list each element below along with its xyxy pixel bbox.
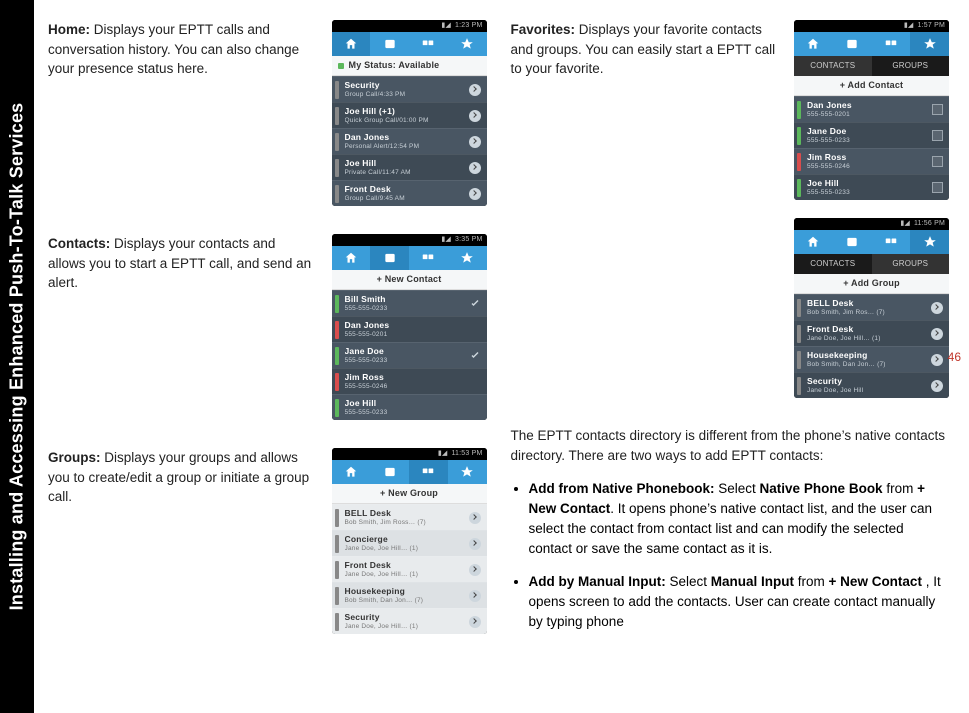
tab-groups[interactable]	[409, 246, 448, 270]
new-group-button[interactable]: + New Group	[332, 484, 487, 504]
chapter-sidebar: Installing and Accessing Enhanced Push-T…	[0, 0, 34, 713]
tab-groups[interactable]	[409, 32, 448, 56]
contacts-description: Contacts: Displays your contacts and all…	[48, 234, 314, 293]
tab-favorites[interactable]	[448, 460, 487, 484]
list-item[interactable]: Dan Jones555-555-0201	[332, 316, 487, 342]
favorites-groups-screen: ▮◢11:56 PM CONTACTS GROUPS + Add Group	[794, 218, 949, 398]
add-group-button[interactable]: + Add Group	[794, 274, 949, 294]
my-status-bar[interactable]: My Status: Available	[332, 56, 487, 76]
favorites-contacts-screen: ▮◢1:57 PM CONTACTS GROUPS + Add Contact	[794, 20, 949, 200]
list-item[interactable]: Front DeskGroup Call/9:45 AM	[332, 180, 487, 206]
list-item[interactable]: HousekeepingBob Smith, Dan Jon… (7)	[332, 582, 487, 608]
tab-home[interactable]	[332, 460, 371, 484]
tab-contacts[interactable]	[370, 460, 409, 484]
list-item[interactable]: Dan Jones555-555-0201	[794, 96, 949, 122]
tab-home[interactable]	[794, 32, 833, 56]
list-item[interactable]: Jim Ross555-555-0246	[794, 148, 949, 174]
list-item[interactable]: BELL DeskBob Smith, Jim Ross… (7)	[332, 504, 487, 530]
subtab-groups[interactable]: GROUPS	[872, 56, 950, 76]
favorites-description: Favorites: Displays your favorite contac…	[511, 20, 777, 79]
my-status-text: My Status: Available	[349, 60, 440, 70]
tab-contacts[interactable]	[370, 32, 409, 56]
home-description: Home: Displays your EPTT calls and conve…	[48, 20, 314, 79]
subtab-contacts[interactable]: CONTACTS	[794, 56, 872, 76]
tab-contacts[interactable]	[370, 246, 409, 270]
list-item[interactable]: Bill Smith555-555-0233	[332, 290, 487, 316]
tab-groups[interactable]	[872, 230, 911, 254]
add-contact-button[interactable]: + Add Contact	[794, 76, 949, 96]
favorites-heading: Favorites:	[511, 22, 576, 37]
top-tabs	[332, 32, 487, 56]
subtab-contacts[interactable]: CONTACTS	[794, 254, 872, 274]
tab-groups[interactable]	[409, 460, 448, 484]
check-icon	[469, 298, 481, 310]
tab-home[interactable]	[794, 230, 833, 254]
list-item[interactable]: BELL DeskBob Smith, Jim Ros… (7)	[794, 294, 949, 320]
presence-chip-icon	[335, 81, 339, 99]
list-item: Add from Native Phonebook: Select Native…	[529, 479, 950, 560]
groups-description: Groups: Displays your groups and allows …	[48, 448, 314, 507]
list-item[interactable]: HousekeepingBob Smith, Dan Jon… (7)	[794, 346, 949, 372]
methods-list: Add from Native Phonebook: Select Native…	[511, 479, 950, 633]
favorites-subtabs: CONTACTS GROUPS	[794, 56, 949, 76]
subtab-groups[interactable]: GROUPS	[872, 254, 950, 274]
groups-screen: ▮◢11:53 PM + New Group BELL DeskBob Smit…	[332, 448, 487, 634]
chapter-title: Installing and Accessing Enhanced Push-T…	[7, 103, 28, 611]
tab-groups[interactable]	[872, 32, 911, 56]
list-item[interactable]: Jane Doe555-555-0233	[794, 122, 949, 148]
list-item[interactable]: Joe Hill (+1)Quick Group Call/01:00 PM	[332, 102, 487, 128]
list-item[interactable]: Joe HillPrivate Call/11:47 AM	[332, 154, 487, 180]
page-number: 46	[948, 350, 961, 364]
home-screen: ▮◢1:23 PM My Status: Available SecurityG…	[332, 20, 487, 206]
list-item[interactable]: Joe Hill555-555-0233	[332, 394, 487, 420]
list-item[interactable]: Front DeskJane Doe, Joe Hill… (1)	[332, 556, 487, 582]
list-item[interactable]: Jim Ross555-555-0246	[332, 368, 487, 394]
list-item[interactable]: ConciergeJane Doe, Joe Hill… (1)	[332, 530, 487, 556]
tab-favorites[interactable]	[448, 32, 487, 56]
new-contact-button[interactable]: + New Contact	[332, 270, 487, 290]
contacts-heading: Contacts:	[48, 236, 110, 251]
list-item[interactable]: SecurityJane Doe, Joe Hill	[794, 372, 949, 398]
list-item: Add by Manual Input: Select Manual Input…	[529, 572, 950, 633]
list-item[interactable]: SecurityGroup Call/4:33 PM	[332, 76, 487, 102]
intro-paragraph: The EPTT contacts directory is different…	[511, 426, 950, 467]
chevron-right-icon	[469, 84, 481, 96]
tab-home[interactable]	[332, 246, 371, 270]
tab-favorites[interactable]	[910, 230, 949, 254]
list-item[interactable]: Joe Hill555-555-0233	[794, 174, 949, 200]
home-heading: Home:	[48, 22, 90, 37]
presence-indicator-icon	[338, 63, 344, 69]
tab-favorites[interactable]	[448, 246, 487, 270]
contacts-screen: ▮◢3:35 PM + New Contact Bill Smith555-55…	[332, 234, 487, 420]
tab-home[interactable]	[332, 32, 371, 56]
signal-icon: ▮◢	[441, 22, 451, 30]
list-item[interactable]: SecurityJane Doe, Joe Hill… (1)	[332, 608, 487, 634]
list-item[interactable]: Front DeskJane Doe, Joe Hill… (1)	[794, 320, 949, 346]
groups-heading: Groups:	[48, 450, 101, 465]
tab-favorites[interactable]	[910, 32, 949, 56]
list-item[interactable]: Dan JonesPersonal Alert/12:54 PM	[332, 128, 487, 154]
statusbar: ▮◢1:23 PM	[332, 20, 487, 32]
checkbox-icon[interactable]	[932, 104, 943, 115]
tab-contacts[interactable]	[833, 32, 872, 56]
list-item[interactable]: Jane Doe555-555-0233	[332, 342, 487, 368]
tab-contacts[interactable]	[833, 230, 872, 254]
